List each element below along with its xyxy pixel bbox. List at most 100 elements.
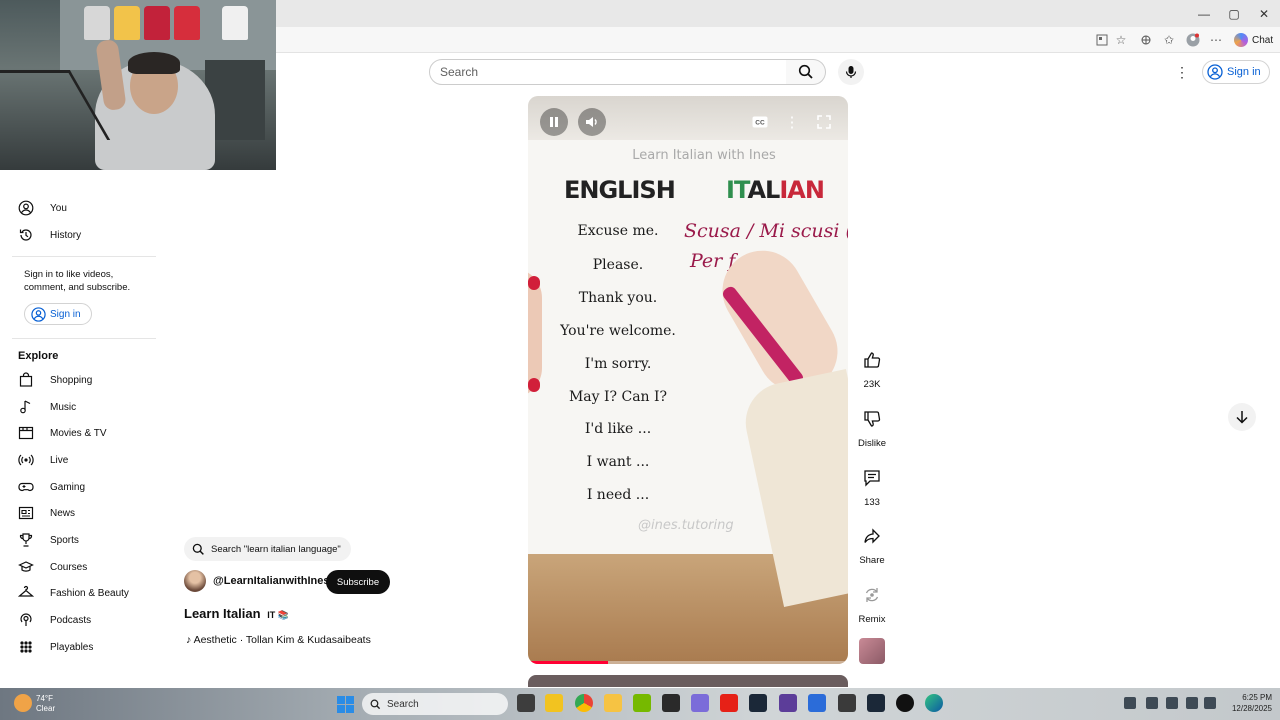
sidebar-item-sports[interactable]: Sports (18, 529, 79, 551)
webcam-mic-arm (0, 70, 111, 140)
copilot-chat-button[interactable]: Chat (1234, 31, 1273, 49)
minimize-button[interactable]: — (1189, 0, 1219, 27)
captions-button[interactable]: CC (746, 108, 774, 136)
gamepad-icon (18, 482, 34, 492)
sidebar-item-you[interactable]: You (18, 197, 67, 219)
sidebar-divider (12, 256, 156, 257)
taskbar-app-icon[interactable] (896, 694, 914, 712)
sign-in-label: Sign in (50, 308, 81, 320)
taskbar-app-icon[interactable] (808, 694, 826, 712)
header-sign-in-button[interactable]: Sign in (1202, 60, 1270, 84)
next-video-button[interactable] (1228, 403, 1256, 431)
share-button[interactable]: Share (856, 520, 888, 566)
fullscreen-button[interactable] (810, 108, 838, 136)
volume-button[interactable] (578, 108, 606, 136)
copilot-icon (1234, 33, 1248, 47)
remix-icon (865, 588, 879, 602)
taskbar-app-icon[interactable] (545, 694, 563, 712)
sidebar-item-history[interactable]: History (18, 224, 81, 246)
pause-button[interactable] (540, 108, 568, 136)
taskbar-weather[interactable]: 74°F Clear (14, 692, 74, 716)
remix-label: Remix (858, 614, 886, 625)
browser-menu-icon[interactable]: ⋯ (1208, 32, 1224, 48)
steam-icon[interactable] (749, 694, 767, 712)
sidebar-item-shopping[interactable]: Shopping (18, 369, 92, 391)
sidebar-item-courses[interactable]: Courses (18, 556, 87, 578)
shopping-bag-icon (19, 372, 33, 387)
next-short-preview[interactable] (528, 675, 848, 687)
remix-button[interactable]: Remix (856, 579, 888, 625)
sidebar-item-music[interactable]: Music (18, 396, 76, 418)
profile-icon[interactable] (1185, 32, 1201, 48)
channel-name[interactable]: @LearnItalianwithInes (213, 575, 329, 587)
video-title[interactable]: Learn Italian IT 📚 (184, 606, 289, 621)
sidebar-label: Courses (50, 561, 88, 573)
voice-search-button[interactable] (838, 59, 864, 85)
related-search-chip[interactable]: Search "learn italian language" (184, 537, 351, 561)
sidebar-label: You (50, 202, 67, 214)
sidebar-item-movies-tv[interactable]: Movies & TV (18, 422, 107, 444)
favorites-icon[interactable]: ✩ (1161, 32, 1177, 48)
video-title-emoji: IT 📚 (267, 610, 289, 620)
history-icon (19, 229, 32, 241)
search-chip-label: Search "learn italian language" (211, 543, 341, 555)
discord-icon[interactable] (691, 694, 709, 712)
task-view-icon[interactable] (517, 694, 535, 712)
volume-tray-icon[interactable] (1204, 697, 1216, 709)
nvidia-icon[interactable] (633, 694, 651, 712)
file-explorer-icon[interactable] (604, 694, 622, 712)
user-circle-icon (1207, 64, 1223, 80)
comments-button[interactable]: 133 (856, 462, 888, 508)
sidebar-item-podcasts[interactable]: Podcasts (18, 609, 91, 631)
chrome-icon[interactable] (575, 694, 593, 712)
dislike-button[interactable]: Dislike (856, 403, 888, 449)
sidebar-sign-in-button[interactable]: Sign in (24, 303, 92, 325)
sidebar-label: Fashion & Beauty (50, 587, 129, 599)
taskbar-app-icon[interactable] (838, 694, 856, 712)
search-input[interactable]: Search (429, 59, 787, 85)
channel-avatar[interactable] (184, 570, 206, 592)
music-credit[interactable]: ♪ Aesthetic · Tollan Kim & Kudasaibeats (186, 634, 371, 646)
app-available-icon[interactable] (1094, 32, 1110, 48)
close-window-button[interactable]: ✕ (1249, 0, 1279, 27)
maximize-button[interactable]: ▢ (1219, 0, 1249, 27)
tray-chevron-icon[interactable] (1124, 697, 1136, 709)
sign-in-label: Sign in (1227, 66, 1261, 78)
thumbs-down-icon (864, 411, 881, 427)
youtube-app-icon[interactable] (720, 694, 738, 712)
taskbar-app-icon[interactable] (779, 694, 797, 712)
sidebar-label: History (50, 229, 82, 241)
sound-thumbnail[interactable] (859, 638, 885, 664)
settings-menu-icon[interactable]: ⋮ (1174, 62, 1190, 82)
sidebar-item-gaming[interactable]: Gaming (18, 476, 85, 498)
extensions-icon[interactable] (1138, 32, 1154, 48)
sidebar-item-playables[interactable]: Playables (18, 636, 93, 658)
music-note-icon (20, 400, 31, 414)
sidebar-item-live[interactable]: Live (18, 449, 68, 471)
user-circle-icon (31, 306, 46, 322)
podcast-icon (20, 613, 32, 626)
shorts-video-player[interactable]: CC ⋮ Learn Italian with Ines ENGLISH ITA… (528, 96, 848, 664)
windows-start-icon[interactable] (337, 696, 354, 713)
epic-games-icon[interactable] (662, 694, 680, 712)
video-progress-bar[interactable] (528, 661, 848, 664)
subscribe-button[interactable]: Subscribe (326, 570, 390, 594)
sidebar-item-fashion-beauty[interactable]: Fashion & Beauty (18, 582, 129, 604)
captions-icon: CC (752, 116, 768, 128)
taskbar-search[interactable]: Search (362, 693, 508, 715)
wifi-icon[interactable] (1186, 697, 1198, 709)
fullscreen-icon (817, 115, 831, 129)
favorite-star-icon[interactable]: ☆ (1113, 32, 1129, 48)
live-icon (18, 454, 34, 466)
more-options-button[interactable]: ⋮ (778, 108, 806, 136)
webcam-hair (128, 52, 180, 74)
tray-app-icon[interactable] (1146, 697, 1158, 709)
sidebar-label: Podcasts (50, 614, 92, 626)
search-button[interactable] (786, 59, 826, 85)
sidebar-item-news[interactable]: News (18, 502, 75, 524)
taskbar-clock[interactable]: 6:25 PM 12/28/2025 (1222, 692, 1272, 714)
steam-icon[interactable] (867, 694, 885, 712)
edge-icon[interactable] (925, 694, 943, 712)
tray-app-icon[interactable] (1166, 697, 1178, 709)
like-button[interactable]: 23K (856, 344, 888, 390)
